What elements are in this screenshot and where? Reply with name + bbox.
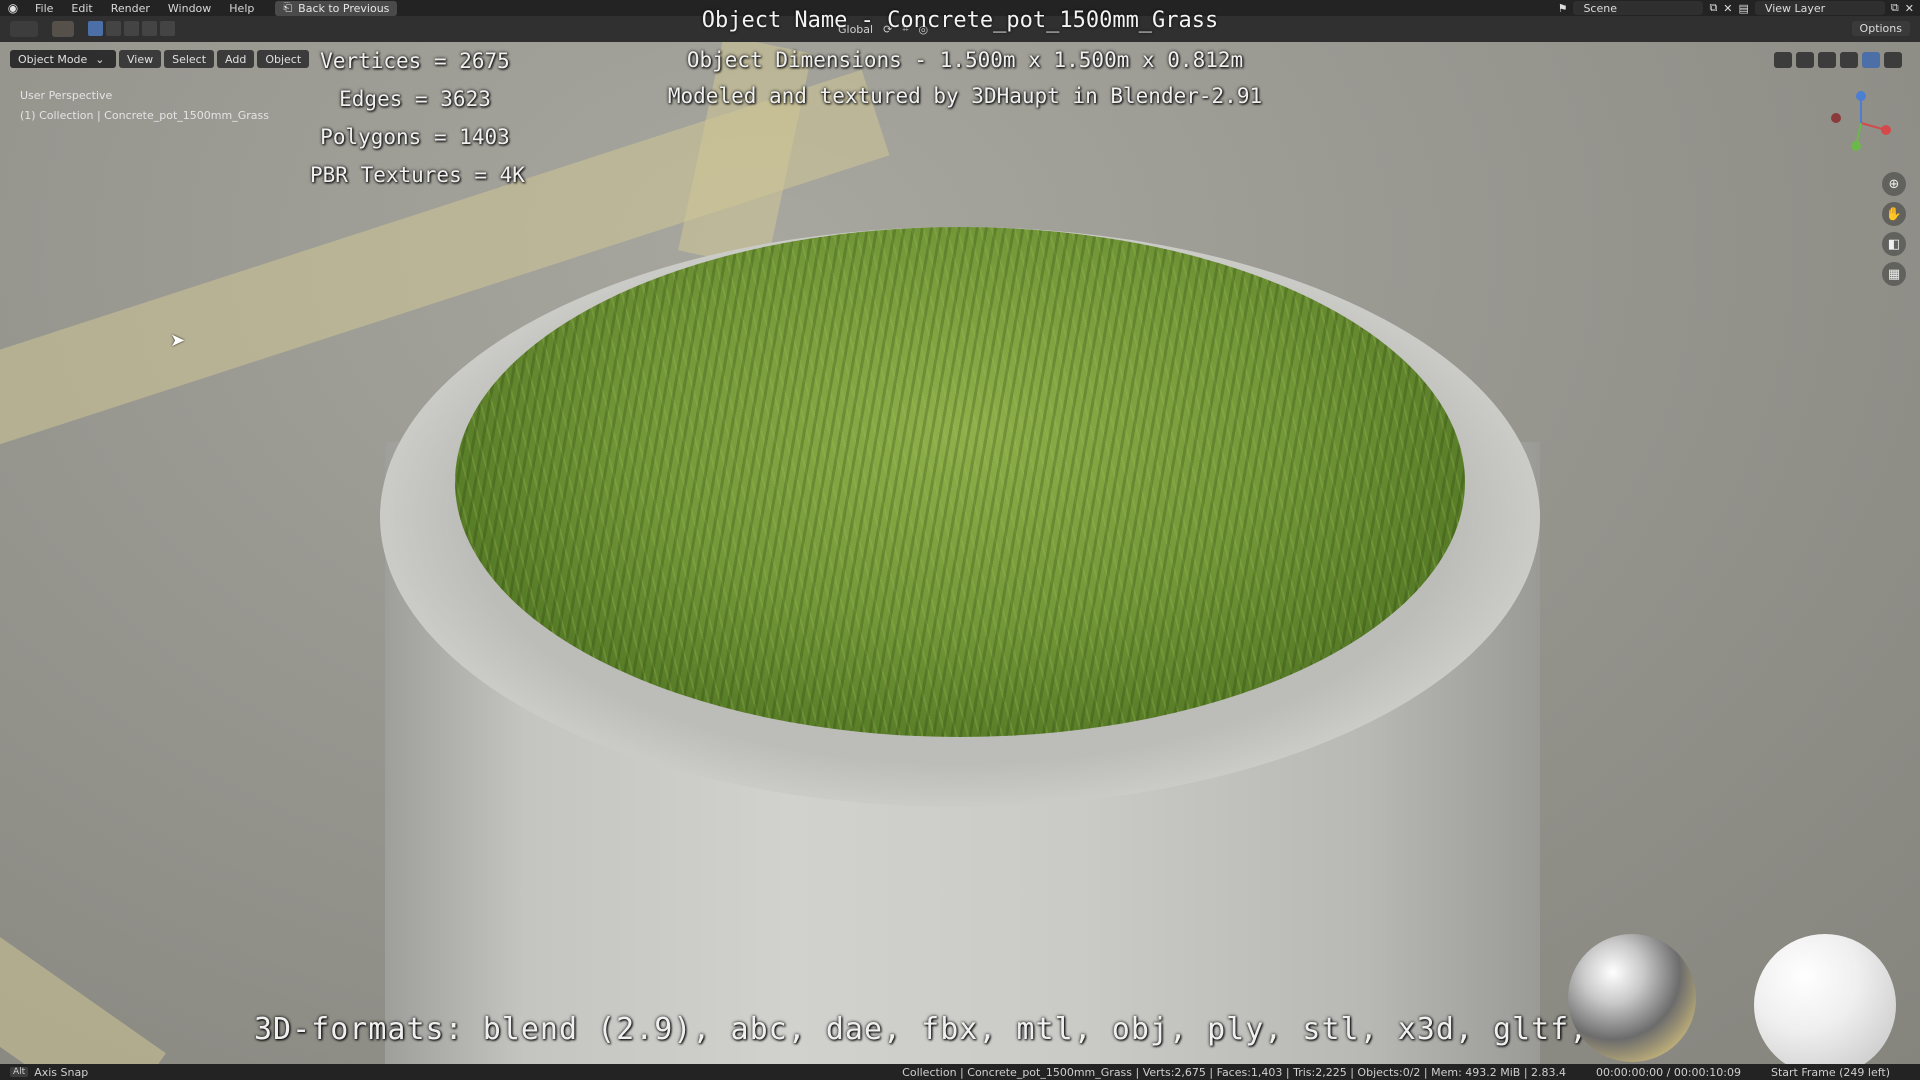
timecode-text: 00:00:00:00 / 00:00:10:09: [1596, 1065, 1741, 1079]
view-menu[interactable]: View: [119, 50, 162, 68]
object-menu[interactable]: Object: [257, 50, 310, 68]
wireframe-shading-icon[interactable]: [1818, 52, 1836, 68]
viewport-info: User Perspective (1) Collection | Concre…: [20, 86, 269, 126]
status-hint: Alt Axis Snap: [0, 1066, 88, 1079]
solid-shading-icon[interactable]: [1840, 52, 1858, 68]
pan-hand-icon[interactable]: ✋: [1882, 202, 1906, 226]
start-frame-text: Start Frame (249 left): [1770, 1065, 1890, 1079]
navigation-gizmo[interactable]: [1826, 88, 1896, 158]
z-axis-icon: [1856, 91, 1866, 101]
grass-surface: [455, 227, 1465, 737]
viewport-mode-bar: Object Mode ⌄ View Select Add Object: [10, 50, 310, 68]
status-bar: Alt Axis Snap Collection | Concrete_pot_…: [0, 1064, 1920, 1080]
hdri-chrome-sphere: [1568, 934, 1696, 1062]
perspective-grid-icon[interactable]: ▦: [1882, 262, 1906, 286]
camera-view-icon[interactable]: ◧: [1882, 232, 1906, 256]
select-menu[interactable]: Select: [164, 50, 215, 68]
collection-label: (1) Collection | Concrete_pot_1500mm_Gra…: [20, 109, 269, 122]
chevron-down-icon: ⌄: [95, 52, 105, 66]
scene-stats-text: Collection | Concrete_pot_1500mm_Grass |…: [902, 1065, 1567, 1079]
object-mode-label: Object Mode: [18, 52, 88, 66]
object-name-title: Object Name - Concrete_pot_1500mm_Grass: [701, 8, 1219, 33]
x-axis-icon: [1881, 125, 1891, 135]
3d-viewport[interactable]: Object Mode ⌄ View Select Add Object Use…: [0, 42, 1920, 1066]
hdri-diffuse-sphere: [1754, 934, 1896, 1066]
mesh-stats-overlay: Vertices = 2675 Edges = 3623 Polygons = …: [310, 42, 525, 194]
textures-text: PBR Textures = 4K: [310, 163, 525, 187]
zoom-icon[interactable]: ⊕: [1882, 172, 1906, 196]
road-marking: [0, 927, 166, 1066]
object-mode-dropdown[interactable]: Object Mode ⌄: [10, 50, 116, 68]
edges-text: Edges = 3623: [339, 87, 491, 111]
status-info: Collection | Concrete_pot_1500mm_Grass |…: [902, 1066, 1890, 1079]
alt-key-label: Alt: [10, 1067, 29, 1077]
xray-icon[interactable]: [1796, 52, 1814, 68]
perspective-label: User Perspective: [20, 89, 113, 102]
formats-text: 3D-formats: blend (2.9), abc, dae, fbx, …: [254, 1012, 1665, 1047]
dimensions-text: Object Dimensions - 1.500m x 1.500m x 0.…: [686, 48, 1244, 72]
axis-snap-label: Axis Snap: [34, 1065, 89, 1079]
overlay-toggle-icon[interactable]: [1774, 52, 1792, 68]
rendered-shading-icon[interactable]: [1884, 52, 1902, 68]
add-menu[interactable]: Add: [217, 50, 255, 68]
polygons-text: Polygons = 1403: [320, 125, 510, 149]
object-info-overlay: Object Dimensions - 1.500m x 1.500m x 0.…: [640, 42, 1290, 114]
material-preview-icon[interactable]: [1862, 52, 1880, 68]
neg-x-axis-icon: [1831, 113, 1841, 123]
viewport-nav-buttons: ⊕ ✋ ◧ ▦: [1882, 172, 1906, 286]
vertices-text: Vertices = 2675: [320, 49, 510, 73]
shading-buttons: [1774, 52, 1902, 68]
mouse-cursor-icon: ➤: [170, 330, 186, 351]
credit-text: Modeled and textured by 3DHaupt in Blend…: [667, 84, 1263, 108]
y-axis-icon: [1851, 141, 1861, 151]
